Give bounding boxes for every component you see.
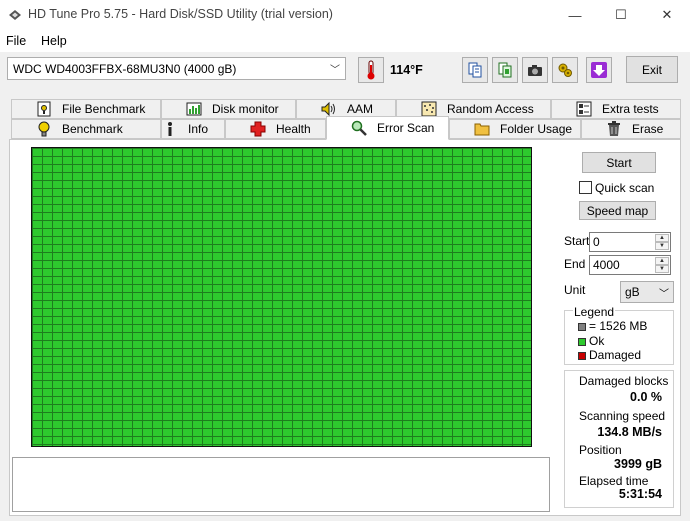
tab-label: Info: [188, 122, 209, 136]
trash-icon: [608, 121, 620, 136]
close-icon: ✕: [661, 7, 673, 22]
lightbulb-icon: [38, 121, 50, 137]
legend-block-size-text: = 1526 MB: [589, 319, 648, 333]
chevron-down-icon: ﹀: [659, 289, 669, 300]
window-title: HD Tune Pro 5.75 - Hard Disk/SSD Utility…: [28, 7, 333, 21]
disk-monitor-icon: [186, 102, 202, 116]
exit-button[interactable]: Exit: [626, 56, 678, 83]
spin-down-icon[interactable]: ▼: [655, 265, 669, 273]
tab-file-benchmark[interactable]: File Benchmark: [11, 99, 161, 119]
tab-label: Error Scan: [377, 121, 435, 135]
maximize-icon: ☐: [615, 7, 627, 22]
menu-file[interactable]: File: [6, 34, 26, 48]
tab-label: Health: [276, 122, 311, 136]
toolbar: WDC WD4003FFBX-68MU3N0 (4000 gB) ﹀ 114°F: [0, 52, 690, 92]
end-field-label: End: [564, 257, 586, 271]
legend-title: Legend: [573, 305, 616, 319]
copy-screenshot-icon: [498, 62, 512, 78]
menu-bar: File Help: [0, 30, 690, 52]
options-icon: [558, 63, 572, 77]
camera-icon: [528, 65, 542, 76]
position-value: 3999 gB: [614, 457, 662, 471]
tab-disk-monitor[interactable]: Disk monitor: [161, 99, 296, 119]
legend-block-size: = 1526 MB: [578, 319, 647, 333]
minimize-button[interactable]: —: [552, 0, 598, 30]
tab-label: Erase: [632, 122, 664, 136]
legend-ok-swatch: [578, 337, 586, 346]
file-benchmark-icon: [37, 101, 51, 117]
scan-log-box: [12, 457, 550, 512]
save-button[interactable]: [586, 57, 612, 83]
end-input[interactable]: 4000 ▲ ▼: [589, 255, 671, 275]
unit-select[interactable]: gB ﹀: [620, 281, 674, 303]
app-disk-icon: [9, 10, 21, 20]
tab-label: Folder Usage: [500, 122, 573, 136]
tab-label: Random Access: [447, 102, 534, 116]
title-bar: HD Tune Pro 5.75 - Hard Disk/SSD Utility…: [0, 0, 690, 30]
damaged-blocks-value: 0.0 %: [630, 390, 662, 404]
maximize-button[interactable]: ☐: [598, 0, 644, 30]
copy-info-icon: [468, 62, 482, 78]
elapsed-time-value: 5:31:54: [618, 487, 662, 501]
extra-tests-icon: [576, 101, 592, 117]
start-input[interactable]: 0 ▲ ▼: [589, 232, 671, 252]
tab-health[interactable]: Health: [225, 119, 326, 139]
end-input-value: 4000: [593, 258, 620, 272]
spin-down-icon[interactable]: ▼: [655, 242, 669, 250]
legend-ok-text: Ok: [589, 334, 605, 348]
tab-label: File Benchmark: [62, 102, 146, 116]
drive-select-value: WDC WD4003FFBX-68MU3N0 (4000 gB): [13, 62, 237, 76]
temperature-button[interactable]: [358, 57, 384, 83]
save-icon: [591, 62, 607, 78]
tab-label: Disk monitor: [212, 102, 279, 116]
unit-select-value: gB: [625, 285, 640, 299]
minimize-icon: —: [568, 7, 582, 23]
options-button[interactable]: [552, 57, 578, 83]
thermometer-icon: [367, 60, 375, 80]
tab-label: Extra tests: [602, 102, 659, 116]
speaker-icon: [321, 102, 335, 116]
tab-folder-usage[interactable]: Folder Usage: [449, 119, 581, 139]
temperature-value: 114°F: [390, 63, 423, 77]
tab-extra-tests[interactable]: Extra tests: [551, 99, 681, 119]
tab-benchmark[interactable]: Benchmark: [11, 119, 161, 139]
start-scan-button[interactable]: Start: [582, 152, 656, 173]
damaged-blocks-label: Damaged blocks: [579, 374, 669, 388]
magnifier-icon: [351, 120, 367, 136]
spin-up-icon[interactable]: ▲: [655, 257, 669, 265]
legend-block-swatch: [578, 322, 586, 331]
tab-erase[interactable]: Erase: [581, 119, 681, 139]
tab-label: AAM: [347, 102, 374, 116]
close-button[interactable]: ✕: [644, 0, 690, 30]
tab-label: Benchmark: [62, 122, 123, 136]
elapsed-time-label: Elapsed time: [579, 474, 649, 488]
legend-ok: Ok: [578, 334, 604, 348]
tab-info[interactable]: Info: [161, 119, 225, 139]
start-input-value: 0: [593, 235, 600, 249]
position-label: Position: [579, 443, 622, 457]
legend-damaged-swatch: [578, 351, 586, 360]
screenshot-button[interactable]: [522, 57, 548, 83]
scan-block-map: [31, 147, 532, 447]
legend-damaged: Damaged: [578, 348, 641, 362]
health-cross-icon: [250, 121, 266, 137]
legend-damaged-text: Damaged: [589, 348, 642, 362]
menu-help[interactable]: Help: [41, 34, 67, 48]
quick-scan-label: Quick scan: [595, 181, 655, 195]
drive-select[interactable]: WDC WD4003FFBX-68MU3N0 (4000 gB) ﹀: [7, 57, 346, 80]
copy-info-button[interactable]: [462, 57, 488, 83]
speed-map-button[interactable]: Speed map: [579, 201, 656, 220]
unit-label: Unit: [564, 283, 586, 297]
start-field-label: Start: [564, 234, 590, 248]
random-access-icon: [421, 101, 437, 117]
folder-icon: [474, 123, 490, 136]
tab-error-scan[interactable]: Error Scan: [326, 116, 449, 140]
copy-screenshot-button[interactable]: [492, 57, 518, 83]
quick-scan-checkbox[interactable]: [579, 181, 592, 194]
spin-up-icon[interactable]: ▲: [655, 234, 669, 242]
info-icon: [168, 122, 172, 136]
scanning-speed-value: 134.8 MB/s: [597, 425, 662, 439]
scanning-speed-label: Scanning speed: [579, 409, 666, 423]
chevron-down-icon: ﹀: [330, 65, 340, 76]
